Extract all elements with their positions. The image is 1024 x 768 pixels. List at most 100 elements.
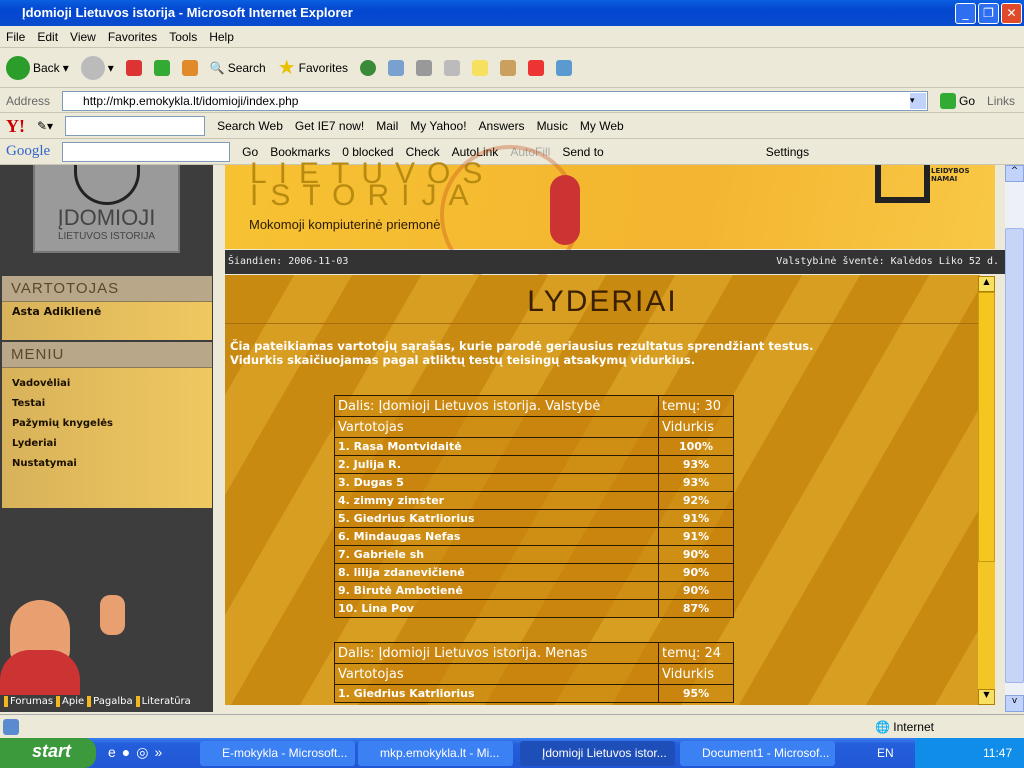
minimize-button[interactable]: _ (955, 3, 976, 24)
language-indicator[interactable]: EN (877, 746, 894, 760)
google-search-input[interactable] (62, 141, 231, 162)
settings-button[interactable]: Settings (766, 145, 809, 159)
print-icon[interactable] (416, 59, 433, 76)
chevron-icon[interactable]: » (154, 744, 162, 761)
address-label: Address (6, 93, 51, 108)
my-yahoo-button[interactable]: My Yahoo! (410, 119, 466, 133)
intro-line-2: Vidurkis skaičiuojamas pagal atliktų tes… (230, 353, 696, 367)
sidebar-item[interactable]: Vadovėliai (2, 374, 212, 394)
favorites-button[interactable]: ★ Favorites (278, 55, 348, 80)
go-button[interactable]: Go (940, 92, 975, 109)
today-date: Šiandien: 2006-11-03 (228, 256, 349, 267)
ebay-icon[interactable] (528, 59, 545, 76)
clock: 11:47 (983, 746, 1013, 760)
menu-edit[interactable]: Edit (37, 30, 58, 44)
header-character-image (550, 175, 580, 245)
sidebar-item[interactable]: Testai (2, 394, 212, 414)
page-icon (3, 719, 19, 735)
site-header: LIETUVOS ISTORIJA Mokomoji kompiuterinė … (225, 145, 995, 285)
sidebar-item[interactable]: Lyderiai (2, 434, 212, 454)
taskbar-window-button[interactable]: Įdomioji Lietuvos istor... (520, 741, 675, 766)
user-cell: 1. Giedrius Katrliorius (334, 684, 659, 703)
footer-link[interactable]: Pagalba (87, 696, 133, 707)
table-row: 1. Giedrius Katrliorius 95% (334, 684, 734, 703)
zone-indicator: 🌐 Internet (875, 720, 934, 734)
scroll-down-arrow-icon[interactable]: ▼ (978, 689, 995, 705)
app-icon[interactable]: ◎ (136, 744, 148, 761)
back-button[interactable]: Back ▾ (6, 55, 69, 80)
yahoo-search-input[interactable] (65, 116, 206, 136)
history-icon[interactable] (360, 59, 377, 76)
site-logo[interactable]: ĮDOMIOJI LIETUVOS ISTORIJA (33, 165, 180, 253)
publisher-logo (875, 165, 930, 203)
scroll-down-icon[interactable]: v (1005, 695, 1024, 712)
links-button[interactable]: Links (987, 94, 1015, 108)
topic-count: temų: 24 (658, 642, 734, 664)
get-ie7-button[interactable]: Get IE7 now! (295, 119, 364, 133)
footer-link[interactable]: Forumas (4, 696, 53, 707)
scroll-thumb[interactable] (1005, 228, 1024, 683)
menu-tools[interactable]: Tools (169, 30, 197, 44)
header-subtitle: Mokomoji kompiuterinė priemonė (249, 217, 441, 232)
taskbar-window-button[interactable]: E-mokykla - Microsoft... (200, 741, 355, 766)
stop-icon[interactable] (125, 59, 142, 76)
menu-favorites[interactable]: Favorites (108, 30, 157, 44)
logo-text: ĮDOMIOJI (57, 205, 156, 230)
scroll-thumb[interactable] (978, 292, 995, 562)
scroll-up-icon[interactable]: ^ (1005, 165, 1024, 182)
mail-button[interactable]: Mail (376, 119, 398, 133)
user-cell: 5. Giedrius Katrliorius (334, 509, 659, 528)
menu-view[interactable]: View (70, 30, 96, 44)
my-web-button[interactable]: My Web (580, 119, 624, 133)
mail-icon[interactable] (388, 59, 405, 76)
column-header-row: Vartotojas Vidurkis (334, 663, 734, 685)
section-header-row: Dalis: Įdomioji Lietuvos istorija. Menas… (334, 642, 734, 664)
messenger-icon[interactable] (556, 59, 573, 76)
music-button[interactable]: Music (537, 119, 568, 133)
column-header-average: Vidurkis (658, 663, 734, 685)
edit-icon[interactable] (444, 59, 461, 76)
media-icon[interactable]: ● (122, 744, 130, 761)
system-tray: 11:47 (915, 738, 1024, 768)
taskbar: start e ● ◎ » E-mokykla - Microsoft... mkp.e… (0, 738, 1024, 768)
refresh-icon[interactable] (153, 59, 170, 76)
section-header-row: Dalis: Įdomioji Lietuvos istorija. Valst… (334, 395, 734, 417)
answers-button[interactable]: Answers (479, 119, 525, 133)
date-bar: Šiandien: 2006-11-03 Valstybinė šventė: … (225, 250, 1005, 274)
discuss-icon[interactable] (472, 59, 489, 76)
taskbar-window-button[interactable]: mkp.emokykla.lt - Mi... (358, 741, 513, 766)
start-button[interactable]: start (0, 738, 96, 768)
search-web-button[interactable]: Search Web (217, 119, 283, 133)
browser-scrollbar[interactable]: ^ v (1005, 165, 1024, 712)
user-panel: VARTOTOJAS Asta Adiklienė (2, 276, 212, 340)
user-cell: 3. Dugas 5 (334, 473, 659, 492)
sidebar-item[interactable]: Pažymių knygelės (2, 414, 212, 434)
footer-link[interactable]: Literatūra (135, 696, 191, 707)
cartoon-character-image (0, 590, 135, 700)
user-name: Asta Adiklienė (12, 305, 102, 318)
sidebar-item[interactable]: Nustatymai (2, 454, 212, 474)
address-input[interactable]: http://mkp.emokykla.lt/idomioji/index.ph… (62, 90, 929, 111)
taskbar-window-button[interactable]: Document1 - Microsof... (680, 741, 835, 766)
home-icon[interactable] (181, 59, 198, 76)
close-button[interactable]: ✕ (1001, 3, 1022, 24)
menu-file[interactable]: File (6, 30, 25, 44)
star-icon: ★ (277, 57, 296, 79)
intro-text: Čia pateikiamas vartotojų sąrašas, kurie… (230, 339, 813, 367)
footer-links: Forumas Apie Pagalba Literatūra (4, 696, 191, 707)
pencil-icon[interactable]: ✎▾ (37, 119, 53, 133)
send-to-button[interactable]: Send to (562, 145, 603, 159)
dropdown-icon[interactable]: ▾ (910, 92, 927, 109)
ie-icon[interactable]: e (108, 744, 116, 761)
forward-button[interactable]: ▾ (80, 55, 114, 80)
intro-line-1: Čia pateikiamas vartotojų sąrašas, kurie… (230, 339, 814, 353)
content-scrollbar[interactable]: ▲ ▼ (978, 276, 995, 705)
yahoo-logo[interactable]: Y! (6, 116, 25, 137)
footer-link[interactable]: Apie (56, 696, 84, 707)
average-cell: 90% (658, 581, 734, 600)
menu-help[interactable]: Help (209, 30, 234, 44)
maximize-button[interactable]: ❐ (978, 3, 999, 24)
scroll-up-arrow-icon[interactable]: ▲ (978, 276, 995, 292)
search-button[interactable]: 🔍 Search (210, 61, 266, 75)
research-icon[interactable] (500, 59, 517, 76)
